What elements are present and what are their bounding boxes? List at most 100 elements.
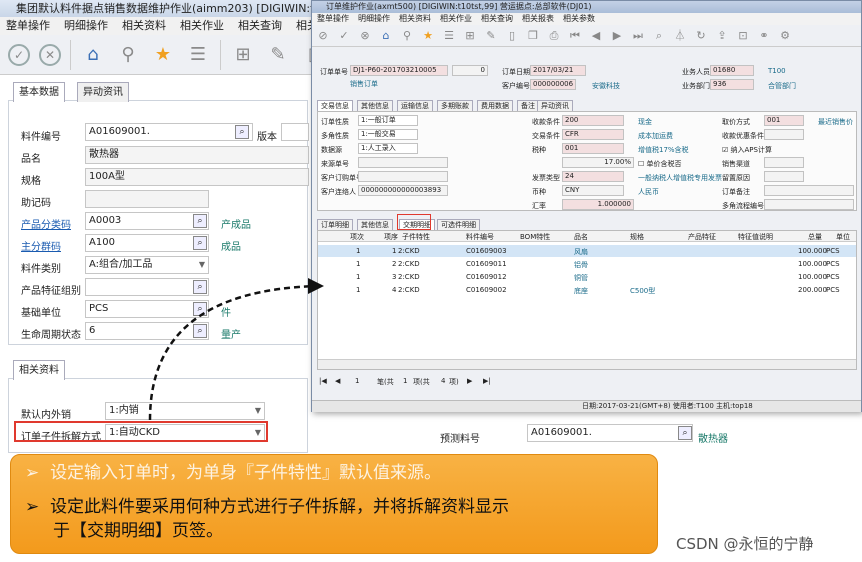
tab-remark[interactable]: 备注 [517, 100, 539, 111]
tab-order-detail[interactable]: 订单明细 [317, 219, 353, 230]
table-row[interactable]: 1 4 2:CKD C01609002 底座 C500型 200.000 PCS [318, 284, 856, 296]
rate-field[interactable]: 1.000000 [562, 199, 634, 210]
order-date-field[interactable]: 2017/03/21 [530, 65, 586, 76]
version-field[interactable] [281, 123, 309, 141]
edit-pencil-icon[interactable]: ✎ [484, 29, 498, 43]
copy-icon[interactable]: ❐ [526, 29, 540, 43]
table-row[interactable]: 1 2 2:CKD C01609011 铝骨 100.000 PCS [318, 258, 856, 270]
pay-field[interactable]: 200 [562, 115, 624, 126]
menu-item[interactable]: 相关资料 [399, 14, 431, 23]
confirm-icon[interactable]: ⊘ [316, 29, 330, 43]
spec-field[interactable]: 100A型 [85, 168, 309, 186]
add-icon[interactable]: ⊞ [230, 42, 256, 68]
next-page-icon[interactable]: ▶ [467, 377, 472, 385]
tab-basic-data[interactable]: 基本数据 [13, 82, 65, 102]
home-icon[interactable]: ⌂ [80, 42, 106, 68]
source-no-field[interactable] [358, 157, 448, 168]
location-icon[interactable]: ⚲ [115, 42, 141, 68]
settings-icon[interactable]: ⚙ [778, 29, 792, 43]
menu-item[interactable]: 相关查询 [238, 19, 282, 32]
tax-field[interactable]: 001 [562, 143, 624, 154]
order-no-field[interactable]: DJ1-P60-201703210005 [350, 65, 448, 76]
memo-field[interactable] [85, 190, 209, 208]
add-icon[interactable]: ⊞ [463, 29, 477, 43]
table-row[interactable]: 1 1 2:CKD C01609003 风扇 100.000 PCS [318, 245, 856, 257]
trade-field[interactable]: CFR [562, 129, 624, 140]
edit-pencil-icon[interactable]: ✎ [265, 42, 291, 68]
prev-page-icon[interactable]: ◀ [335, 377, 340, 385]
currency-field[interactable]: CNY [562, 185, 624, 196]
next-record-icon[interactable]: ▶ [610, 29, 624, 43]
channel-field[interactable] [764, 157, 804, 168]
flow-field[interactable] [764, 199, 854, 210]
search-icon[interactable]: ⌕ [193, 236, 207, 250]
name-field[interactable]: 散热器 [85, 146, 309, 164]
menu-item[interactable]: 相关参数 [563, 14, 595, 23]
discount-field[interactable] [764, 129, 804, 140]
tab-optional-parts[interactable]: 可选件明细 [437, 219, 480, 230]
tab-other-info[interactable]: 其他信息 [357, 100, 393, 111]
horizontal-scrollbar[interactable] [318, 359, 856, 369]
tab-trade-info[interactable]: 交易信息 [317, 100, 353, 111]
invoice-field[interactable]: 24 [562, 171, 624, 182]
delete-icon[interactable]: ▯ [505, 29, 519, 43]
cancel-icon[interactable]: ⊗ [358, 29, 372, 43]
page-number[interactable]: 1 [355, 377, 359, 385]
menu-item[interactable]: 整单操作 [6, 19, 50, 32]
price-incl-tax-checkbox[interactable]: ☐ 单价含税否 [638, 159, 682, 169]
search-icon[interactable]: ⌕ [235, 125, 249, 139]
table-row[interactable]: 1 3 2:CKD C01609012 铜管 100.000 PCS [318, 271, 856, 283]
tab-other-info-2[interactable]: 其他信息 [357, 219, 393, 230]
lock-icon[interactable]: ⊡ [736, 29, 750, 43]
search-icon[interactable]: ⌕ [193, 214, 207, 228]
source-select[interactable]: 1:人工录入 [358, 143, 418, 154]
tab-related-data[interactable]: 相关资料 [13, 360, 65, 380]
menu-item[interactable]: 明细操作 [358, 14, 390, 23]
first-record-icon[interactable]: ⏮ [568, 29, 582, 43]
item-no-field[interactable]: A01609001. [85, 123, 253, 141]
check-icon[interactable]: ✓ [337, 29, 351, 43]
dept-field[interactable]: 936 [710, 79, 754, 90]
category-field[interactable]: A0003 [85, 212, 209, 230]
tab-multi-period[interactable]: 多期账款 [437, 100, 473, 111]
confirm-icon[interactable]: ✓ [8, 43, 30, 66]
attach-icon[interactable]: ⚭ [757, 29, 771, 43]
print-icon[interactable]: ⎙ [547, 29, 561, 43]
list-icon[interactable]: ☰ [185, 42, 211, 68]
customer-field[interactable]: 000000006 [530, 79, 576, 90]
filter-icon[interactable]: ⏃ [673, 29, 687, 43]
contact-field[interactable]: 000000000000003893 [358, 185, 448, 196]
tab-transport[interactable]: 运输信息 [397, 100, 433, 111]
category-label[interactable]: 产品分类码 [21, 216, 71, 231]
group-field[interactable]: A100 [85, 234, 209, 252]
multi-angle-select[interactable]: 1:一般交易 [358, 129, 418, 140]
menu-item[interactable]: 整单操作 [317, 14, 349, 23]
home-icon[interactable]: ⌂ [379, 29, 393, 43]
location-icon[interactable]: ⚲ [400, 29, 414, 43]
favorite-star-icon[interactable]: ★ [421, 29, 435, 43]
menu-item[interactable]: 相关作业 [180, 19, 224, 32]
last-record-icon[interactable]: ⏭ [631, 29, 645, 43]
search-icon[interactable]: ⌕ [652, 29, 666, 43]
export-icon[interactable]: ⇪ [715, 29, 729, 43]
menu-item[interactable]: 相关报表 [522, 14, 554, 23]
last-page-icon[interactable]: ▶| [483, 377, 491, 385]
forecast-field[interactable]: A01609001. [527, 424, 693, 442]
favorite-star-icon[interactable]: ★ [150, 42, 176, 68]
reason-field[interactable] [764, 171, 804, 182]
group-label[interactable]: 主分群码 [21, 238, 61, 253]
tab-fee[interactable]: 费用数据 [477, 100, 513, 111]
list-icon[interactable]: ☰ [442, 29, 456, 43]
salesman-field[interactable]: 01680 [710, 65, 754, 76]
order-nature-select[interactable]: 1:一般订单 [358, 115, 418, 126]
price-method-field[interactable]: 001 [764, 115, 804, 126]
refresh-icon[interactable]: ↻ [694, 29, 708, 43]
menu-item[interactable]: 相关查询 [481, 14, 513, 23]
search-icon[interactable]: ⌕ [678, 426, 692, 440]
prev-record-icon[interactable]: ◀ [589, 29, 603, 43]
tab-change-info[interactable]: 异动资讯 [77, 82, 129, 102]
order-note-field[interactable] [764, 185, 854, 196]
tab-change[interactable]: 异动资讯 [537, 100, 573, 111]
menu-item[interactable]: 相关作业 [440, 14, 472, 23]
menu-item[interactable]: 明细操作 [64, 19, 108, 32]
